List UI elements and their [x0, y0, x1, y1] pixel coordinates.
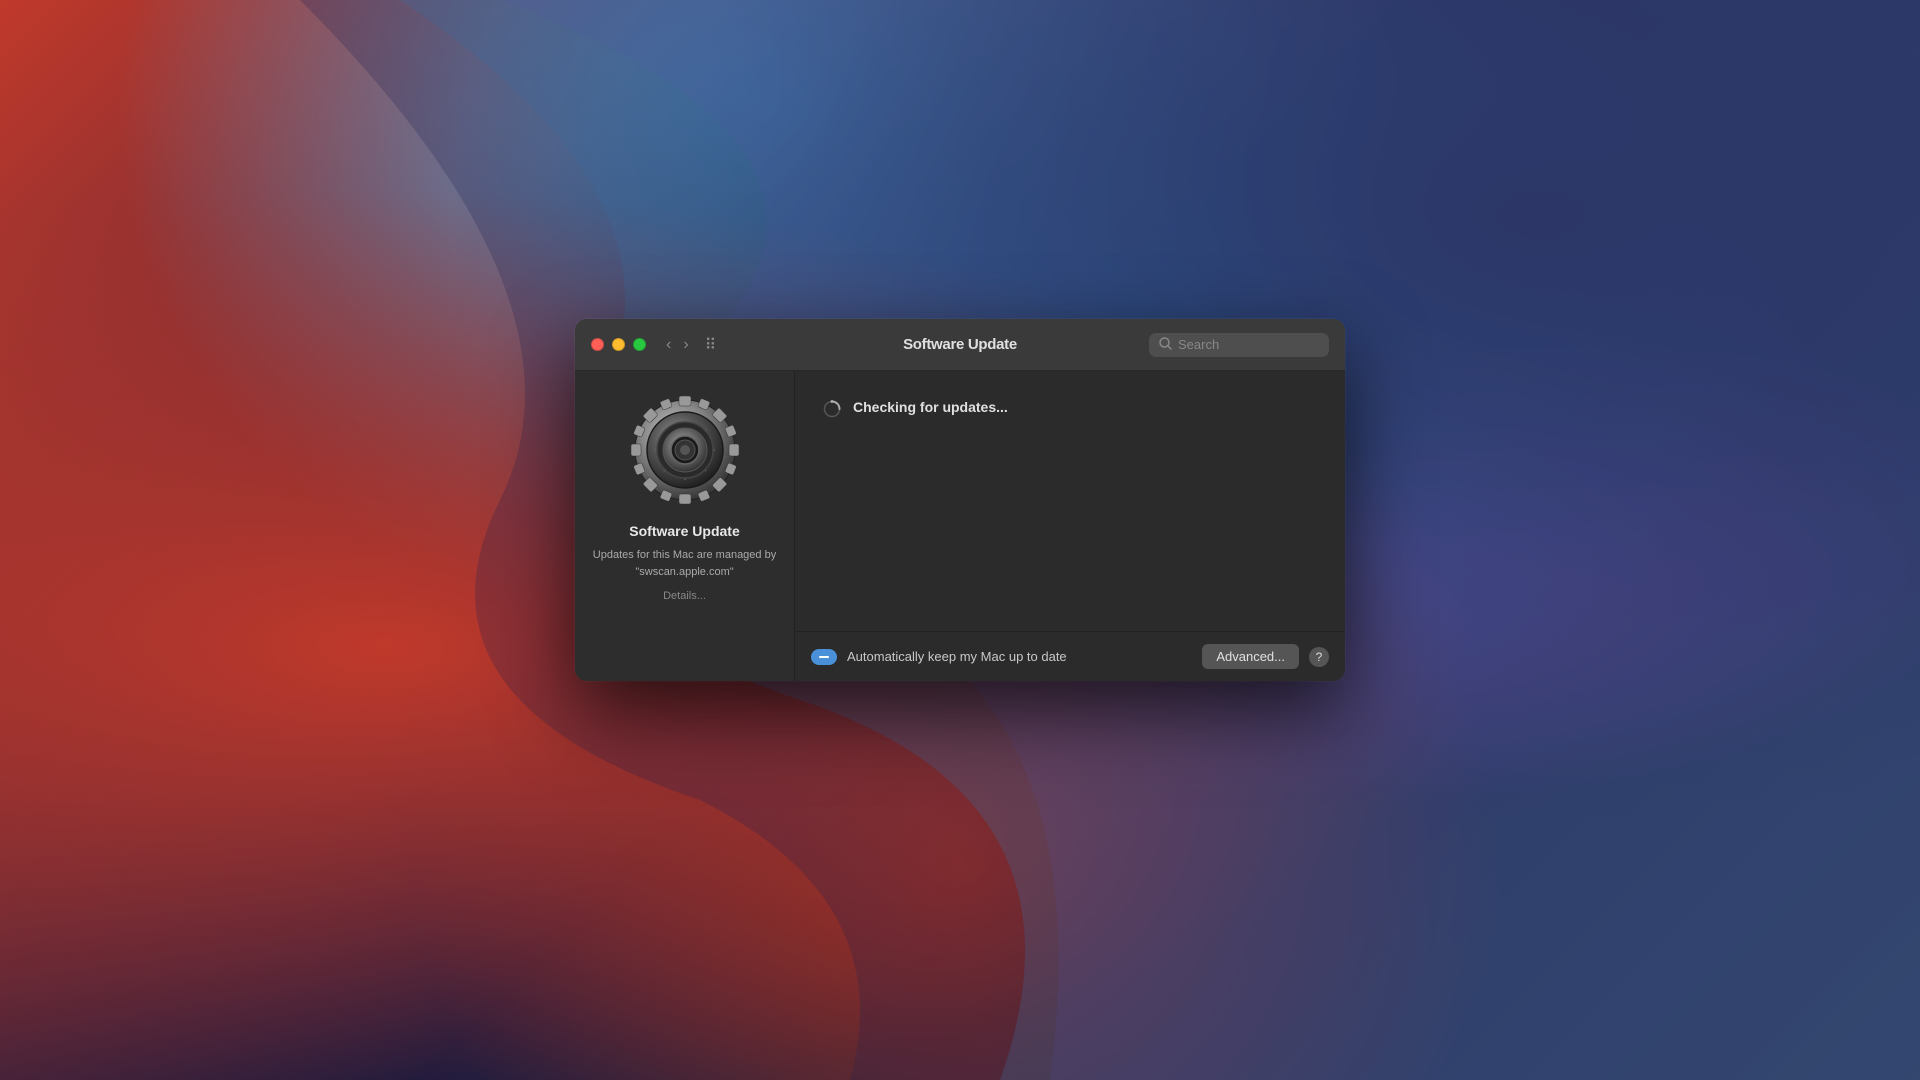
minimize-button[interactable]: [612, 338, 625, 351]
grid-button[interactable]: ⠿: [701, 333, 721, 357]
traffic-lights: [591, 338, 646, 351]
advanced-button[interactable]: Advanced...: [1202, 644, 1299, 669]
forward-button[interactable]: ›: [679, 335, 692, 355]
main-content: Checking for updates... Automatically ke…: [795, 371, 1345, 681]
checking-text: Checking for updates...: [853, 399, 1008, 415]
checking-area: Checking for updates...: [795, 371, 1345, 438]
sidebar: Software Update Updates for this Mac are…: [575, 371, 795, 681]
sidebar-description: Updates for this Mac are managed by "sws…: [591, 547, 778, 580]
details-link[interactable]: Details...: [663, 590, 706, 602]
auto-update-toggle[interactable]: [811, 649, 837, 665]
help-button[interactable]: ?: [1309, 647, 1329, 667]
back-button[interactable]: ‹: [662, 335, 675, 355]
gear-icon: [630, 395, 740, 505]
close-button[interactable]: [591, 338, 604, 351]
zoom-button[interactable]: [633, 338, 646, 351]
search-icon: [1159, 337, 1172, 353]
nav-buttons: ‹ ›: [662, 335, 693, 355]
software-update-window: ‹ › ⠿ Software Update: [575, 319, 1345, 681]
bottom-bar: Automatically keep my Mac up to date Adv…: [795, 631, 1345, 681]
window-body: Software Update Updates for this Mac are…: [575, 371, 1345, 681]
search-bar: [1149, 333, 1329, 357]
sidebar-title: Software Update: [629, 523, 739, 539]
window-title: Software Update: [903, 336, 1017, 353]
auto-update-label: Automatically keep my Mac up to date: [847, 649, 1192, 664]
search-input[interactable]: [1178, 337, 1319, 352]
gear-icon-container: [630, 395, 740, 505]
title-bar: ‹ › ⠿ Software Update: [575, 319, 1345, 371]
spinner-icon: [823, 400, 841, 418]
